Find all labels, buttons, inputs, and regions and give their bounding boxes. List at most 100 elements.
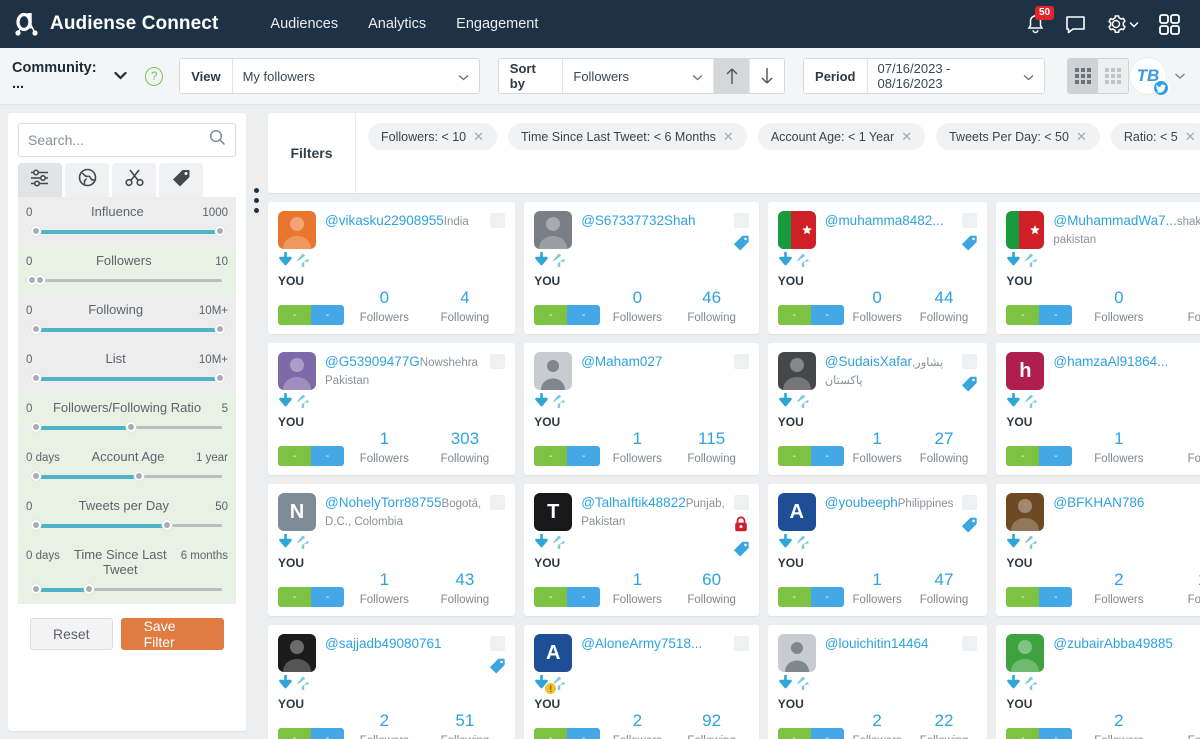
user-handle[interactable]: @NohelyTorr88755 (325, 495, 442, 510)
slider-account-age[interactable]: 0 days Account Age 1 year (18, 442, 236, 491)
avatar[interactable] (1006, 493, 1045, 531)
user-handle[interactable]: @S67337732Shah (581, 213, 695, 228)
filter-chip[interactable]: Account Age: < 1 Year ✕ (757, 123, 926, 150)
slider-time-since-last-tweet[interactable]: 0 days Time Since Last Tweet 6 months (18, 540, 236, 604)
slider-knob-min[interactable] (31, 584, 42, 594)
tab-sliders[interactable] (18, 163, 62, 197)
avatar[interactable]: A (777, 493, 816, 531)
slider-knob-max[interactable] (134, 471, 145, 481)
user-card[interactable]: A @AloneArmy7518...!YOU -- 2 Followers 92 Foll… (524, 625, 759, 739)
avatar[interactable] (777, 634, 816, 672)
user-card[interactable]: @G53909477GNowshehra Pakistan YOU - - 1 Follo… (268, 343, 516, 475)
close-icon[interactable]: ✕ (723, 129, 734, 145)
slider-track[interactable] (26, 584, 228, 594)
select-checkbox[interactable] (733, 495, 749, 510)
avatar[interactable]: N (278, 493, 316, 531)
avatar[interactable] (534, 352, 573, 390)
filter-chip[interactable]: Time Since Last Tweet: < 6 Months ✕ (508, 123, 747, 150)
grid-view-large-button[interactable] (1067, 59, 1098, 93)
select-checkbox[interactable] (733, 636, 749, 651)
slider-track[interactable] (26, 226, 228, 236)
avatar[interactable]: A (534, 634, 573, 672)
user-card[interactable]: N @NohelyTorr88755Bogotá, D.C., Colombia Y… (268, 484, 516, 616)
slider-track[interactable] (26, 275, 228, 285)
user-card[interactable]: @zubairAbba49885 YOU -- 2 Followers 42Followi… (996, 625, 1200, 739)
engagement-pill[interactable]: -- (534, 305, 601, 325)
slider-knob-min[interactable] (31, 471, 42, 481)
select-checkbox[interactable] (490, 213, 506, 228)
engagement-pill[interactable]: -- (534, 728, 601, 739)
engagement-pill[interactable]: -- (1006, 446, 1073, 466)
user-card[interactable]: @S67337732Shah YOU - - 0 Followers 46 Following (524, 202, 759, 334)
avatar[interactable] (777, 352, 816, 390)
slider-knob-max[interactable] (162, 520, 173, 530)
slider-track[interactable] (26, 520, 228, 530)
select-checkbox[interactable] (733, 354, 749, 369)
sort-select[interactable]: Followers (563, 59, 714, 93)
tab-geography[interactable] (65, 163, 109, 197)
account-selector[interactable]: TB (1129, 57, 1188, 96)
slider-influence[interactable]: 0 Influence 1000 (18, 197, 236, 246)
layout-toggle[interactable] (1066, 58, 1129, 94)
avatar[interactable] (777, 211, 816, 249)
engagement-pill[interactable]: -- (278, 446, 344, 466)
slider-list[interactable]: 0 List 10M+ (18, 344, 236, 393)
user-handle[interactable]: @muhamma8482... (825, 213, 944, 228)
engagement-pill[interactable]: -- (777, 305, 844, 325)
engagement-pill[interactable]: -- (278, 728, 344, 739)
close-icon[interactable]: ✕ (901, 129, 912, 145)
slider-knob-max[interactable] (214, 324, 225, 334)
close-icon[interactable]: ✕ (473, 129, 484, 145)
slider-knob-min[interactable] (31, 373, 42, 383)
messages-icon[interactable] (1065, 15, 1086, 34)
help-icon[interactable]: ? (145, 66, 164, 86)
slider-knob-max[interactable] (83, 584, 94, 594)
slider-tweets-per-day[interactable]: 0 Tweets per Day 50 (18, 491, 236, 540)
user-handle[interactable]: @hamzaAl91864... (1053, 354, 1168, 369)
user-handle[interactable]: @vikasku22908955 (325, 213, 444, 228)
user-card[interactable]: h @hamzaAl91864... YOU -- 1 Followers 71Follow… (996, 343, 1200, 475)
select-checkbox[interactable] (962, 354, 978, 369)
filter-chip[interactable]: Followers: < 10 ✕ (368, 123, 498, 150)
avatar[interactable]: T (534, 493, 573, 531)
user-handle[interactable]: @louichitin14464 (825, 636, 929, 651)
nav-link-engagement[interactable]: Engagement (456, 16, 538, 32)
grid-view-small-button[interactable] (1097, 59, 1128, 93)
slider-knob-min[interactable] (31, 324, 42, 334)
brand[interactable]: Audiense Connect (14, 10, 218, 38)
select-checkbox[interactable] (733, 213, 749, 228)
engagement-pill[interactable]: -- (278, 305, 344, 325)
avatar[interactable] (278, 211, 316, 249)
select-checkbox[interactable] (962, 636, 978, 651)
select-checkbox[interactable] (962, 213, 978, 228)
slider-knob-min[interactable] (31, 226, 42, 236)
slider-track[interactable] (26, 422, 228, 432)
engagement-pill[interactable]: -- (534, 446, 601, 466)
engagement-pill[interactable]: -- (777, 446, 844, 466)
settings-gear-button[interactable] (1106, 14, 1139, 34)
user-handle[interactable]: @SudaisXafar (825, 354, 912, 369)
slider-track[interactable] (26, 471, 228, 481)
select-checkbox[interactable] (490, 354, 506, 369)
avatar[interactable] (534, 211, 573, 249)
slider-knob-min[interactable] (31, 422, 42, 432)
avatar[interactable] (1006, 634, 1045, 672)
engagement-pill[interactable]: -- (1006, 305, 1073, 325)
search-input[interactable] (28, 132, 209, 148)
slider-track[interactable] (26, 373, 228, 383)
avatar[interactable] (1006, 211, 1045, 249)
save-filter-button[interactable]: Save Filter (120, 618, 224, 650)
user-handle[interactable]: @zubairAbba49885 (1053, 636, 1173, 651)
slider-followers-following-ratio[interactable]: 0 Followers/Following Ratio 5 (18, 393, 236, 442)
engagement-pill[interactable]: -- (777, 587, 844, 607)
engagement-pill[interactable]: -- (777, 728, 844, 739)
engagement-pill[interactable]: -- (1006, 728, 1073, 739)
user-card[interactable]: A @youbeephPhilippines YOU - - 1 Followers 47 Fo… (767, 484, 988, 616)
user-card[interactable]: T @TalhaIftik48822Punjab, Pakistan YOU - - 1 F… (524, 484, 759, 616)
select-checkbox[interactable] (490, 636, 506, 651)
user-handle[interactable]: @TalhaIftik48822 (581, 495, 686, 510)
sidebar-collapse-handle[interactable] (247, 188, 265, 213)
nav-link-analytics[interactable]: Analytics (368, 16, 426, 32)
engagement-pill[interactable]: -- (278, 587, 344, 607)
view-select[interactable]: My followers (232, 59, 479, 93)
